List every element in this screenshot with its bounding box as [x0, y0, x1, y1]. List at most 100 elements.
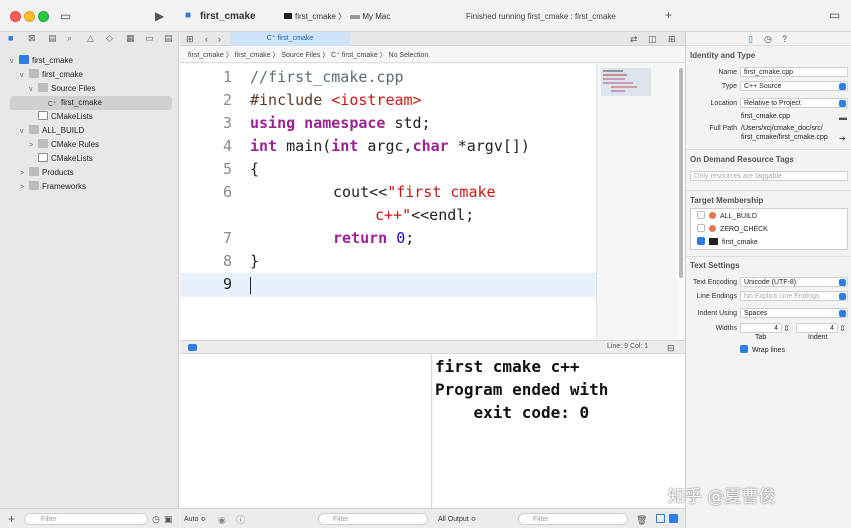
code-text: *argv[]) [448, 137, 530, 155]
line-number: 8 [222, 252, 232, 270]
indent-using-select[interactable]: Spaces [740, 308, 848, 318]
back-icon[interactable]: ‹ [205, 32, 208, 46]
disclosure-icon[interactable]: v [29, 83, 38, 97]
indent-width-stepper[interactable]: ⇕ [839, 322, 846, 336]
split-editor-icon[interactable]: ◫ [648, 32, 657, 46]
indent-width-field[interactable]: 4 [796, 323, 838, 333]
swap-icon[interactable]: ⇄ [630, 32, 638, 46]
recent-files-icon[interactable]: ◷ [152, 512, 160, 526]
search-icon[interactable]: ⌕ [67, 33, 72, 44]
minimize-window-button[interactable] [24, 11, 35, 22]
wrap-lines-checkbox[interactable] [740, 345, 748, 353]
code-preprocessor: #include [250, 91, 332, 109]
tree-item-cmakelists[interactable]: CMakeLists [29, 110, 93, 124]
file-inspector-icon[interactable]: ▯ [748, 32, 753, 46]
target-section-title: Target Membership [690, 196, 764, 205]
trash-icon[interactable]: 🗑 [636, 513, 647, 527]
grid-icon[interactable]: ⊞ [186, 32, 194, 46]
add-editor-icon[interactable]: ⊞ [668, 32, 676, 46]
inspector-toggle-icon[interactable]: ▭ [829, 8, 840, 22]
symbol-icon[interactable]: ▤ [48, 33, 57, 44]
breadcrumb-item[interactable]: Source Files [281, 52, 320, 59]
sidebar-toggle-icon[interactable]: ▭ [60, 9, 71, 23]
disclosure-icon[interactable]: > [29, 139, 38, 153]
target-row-first-cmake[interactable]: first_cmake [697, 236, 758, 249]
hide-debug-area-icon[interactable] [188, 344, 197, 351]
tab-width-stepper[interactable]: ⇕ [783, 322, 790, 336]
tree-item-all-build[interactable]: v ALL_BUILD [20, 124, 84, 138]
output-select[interactable]: All Output ≎ [438, 515, 477, 523]
tree-item-label: CMakeLists [51, 112, 93, 121]
tree-item-source-files[interactable]: v Source Files [29, 82, 95, 96]
source-control-icon[interactable]: ⊠ [28, 33, 36, 44]
disclosure-icon[interactable]: v [10, 55, 19, 69]
tree-item-frameworks[interactable]: > Frameworks [20, 180, 86, 194]
cursor-position: Line: 9 Col: 1 [607, 343, 649, 350]
name-field[interactable]: first_cmake.cpp [740, 67, 848, 77]
encoding-select[interactable]: Unicode (UTF-8) [740, 277, 848, 287]
breadcrumb-item[interactable]: C⁺ first_cmake [331, 52, 377, 59]
disclosure-icon[interactable]: > [20, 167, 29, 181]
filter-options-icon[interactable]: ▣ [164, 512, 173, 526]
show-variables-icon[interactable] [656, 514, 665, 523]
tree-item-cmakelists-2[interactable]: CMakeLists [29, 152, 93, 166]
tab-first-cmake[interactable]: C⁺ first_cmake [230, 32, 350, 46]
folder-icon[interactable]: ▬ [839, 111, 847, 125]
odr-tags-field[interactable]: Only resources are taggable [690, 171, 848, 181]
navigator-filter-input[interactable]: Filter [24, 513, 148, 525]
code-keyword: int [250, 137, 278, 155]
run-button-icon[interactable]: ▶ [155, 9, 164, 23]
editor-scrollbar[interactable] [677, 64, 685, 340]
console-filter-input[interactable]: Filter [518, 513, 628, 525]
breakpoint-icon[interactable]: ▭ [145, 33, 154, 44]
eye-icon[interactable]: ◉ [218, 513, 226, 527]
tree-item-cpp-file[interactable]: C⁺ first_cmake [10, 96, 172, 110]
line-number: 2 [222, 91, 232, 109]
reveal-arrow-icon[interactable]: ➔ [839, 132, 846, 146]
target-checkbox[interactable] [697, 211, 705, 219]
tree-item-products[interactable]: > Products [20, 166, 74, 180]
target-checkbox[interactable] [697, 237, 705, 245]
auto-variables-select[interactable]: Auto ≎ [184, 515, 206, 523]
breadcrumb-item[interactable]: first_cmake [188, 52, 224, 59]
scrollbar-thumb[interactable] [679, 68, 683, 278]
add-file-icon[interactable]: + [8, 512, 15, 526]
disclosure-icon[interactable]: v [20, 69, 29, 83]
code-editor[interactable]: 1 2 3 4 5 6 7 8 9 //first_cmake.cpp #inc… [180, 64, 596, 340]
line-endings-select[interactable]: No Explicit Line Endings [740, 291, 848, 301]
location-select[interactable]: Relative to Project [740, 98, 848, 108]
debug-icon[interactable]: ▦ [126, 33, 135, 44]
tree-item-cmake-rules[interactable]: > CMake Rules [29, 138, 99, 152]
tree-item-project[interactable]: v first_cmake [10, 54, 73, 68]
warning-icon[interactable]: △ [87, 33, 94, 44]
wrap-lines-checkbox-row[interactable]: Wrap lines [740, 345, 785, 354]
target-row-zero-check[interactable]: ZERO_CHECK [697, 223, 768, 236]
history-icon[interactable]: ◷ [764, 32, 772, 46]
target-checkbox[interactable] [697, 224, 705, 232]
breadcrumb-item[interactable]: No Selection [389, 52, 429, 59]
disclosure-icon[interactable]: v [20, 125, 29, 139]
folder-icon [29, 167, 39, 176]
report-icon[interactable]: ▤ [164, 33, 173, 44]
test-icon[interactable]: ◇ [106, 33, 113, 44]
add-icon[interactable]: + [665, 8, 672, 22]
disclosure-icon[interactable]: > [20, 181, 29, 195]
zoom-window-button[interactable] [38, 11, 49, 22]
close-window-button[interactable] [10, 11, 21, 22]
tab-width-field[interactable]: 4 [740, 323, 782, 333]
breadcrumb-item[interactable]: first_cmake [235, 52, 271, 59]
show-console-icon[interactable] [669, 514, 678, 523]
help-icon[interactable]: ? [782, 32, 787, 46]
tree-item-group[interactable]: v first_cmake [20, 68, 83, 82]
variables-filter-input[interactable]: Filter [318, 513, 428, 525]
type-select[interactable]: C++ Source [740, 81, 848, 91]
target-row-all-build[interactable]: ALL_BUILD [697, 210, 757, 223]
scheme-selector[interactable]: first_cmake 〉 My Mac [284, 11, 390, 22]
odr-section-title: On Demand Resource Tags [690, 155, 794, 164]
forward-icon[interactable]: › [218, 32, 221, 46]
split-console-icon[interactable]: ⊟ [667, 341, 675, 355]
info-icon[interactable]: ⓘ [236, 513, 245, 527]
indent-caption: Indent [808, 334, 828, 341]
folder-icon[interactable]: ■ [8, 33, 13, 43]
minimap[interactable] [596, 64, 676, 340]
